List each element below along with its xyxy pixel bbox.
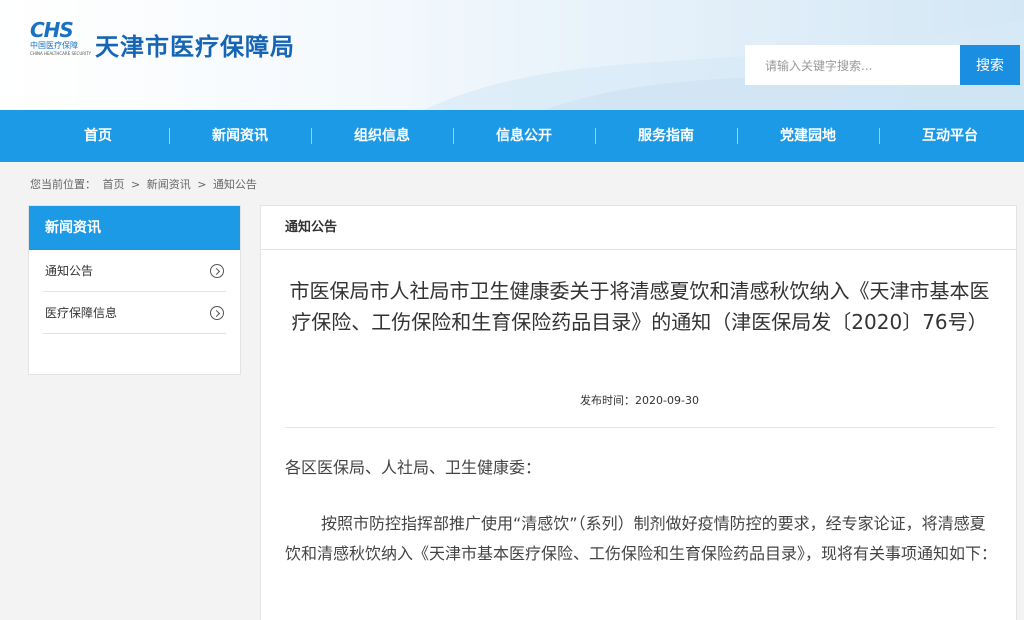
breadcrumb-separator: > xyxy=(131,178,141,191)
article-panel: 通知公告 市医保局市人社局市卫生健康委关于将清感夏饮和清感秋饮纳入《天津市基本医… xyxy=(260,205,1017,620)
nav-item-news[interactable]: 新闻资讯 xyxy=(170,110,310,162)
site-logo[interactable]: CHS 中国医疗保障 CHINA HEALTHCARE SECURITY xyxy=(30,18,92,62)
nav-item-disclosure[interactable]: 信息公开 xyxy=(454,110,594,162)
publish-time: 发布时间：2020-09-30 xyxy=(580,394,699,407)
article-section-title: 通知公告 xyxy=(261,206,1016,250)
logo-cn-text: 中国医疗保障 xyxy=(30,41,78,50)
sidebar-item-notices[interactable]: 通知公告 xyxy=(43,250,226,292)
article-title: 市医保局市人社局市卫生健康委关于将清感夏饮和清感秋饮纳入《天津市基本医疗保险、工… xyxy=(289,279,990,334)
nav-item-party-building[interactable]: 党建园地 xyxy=(738,110,878,162)
breadcrumb-prefix: 您当前位置： xyxy=(30,178,96,191)
chevron-right-circle-icon xyxy=(210,264,224,278)
chevron-right-circle-icon xyxy=(210,306,224,320)
nav-item-service-guide[interactable]: 服务指南 xyxy=(596,110,736,162)
main-nav: 首页 新闻资讯 组织信息 信息公开 服务指南 党建园地 互动平台 xyxy=(0,110,1024,162)
site-title[interactable]: 天津市医疗保障局 xyxy=(95,27,295,62)
breadcrumb: 您当前位置： 首页 > 新闻资讯 > 通知公告 xyxy=(30,176,260,192)
logo-mark: CHS xyxy=(30,18,74,42)
article-paragraph: 按照市防控指挥部推广使用“清感饮”（系列）制剂做好疫情防控的要求，经专家论证，将… xyxy=(285,514,998,563)
breadcrumb-news[interactable]: 新闻资讯 xyxy=(147,178,191,191)
sidebar-item-medical-security-info[interactable]: 医疗保障信息 xyxy=(43,292,226,334)
nav-item-home[interactable]: 首页 xyxy=(28,110,168,162)
nav-item-interaction[interactable]: 互动平台 xyxy=(880,110,1020,162)
site-header: CHS 中国医疗保障 CHINA HEALTHCARE SECURITY 天津市… xyxy=(0,0,1024,110)
search-button[interactable]: 搜索 xyxy=(960,45,1020,85)
logo-en-text: CHINA HEALTHCARE SECURITY xyxy=(30,51,92,56)
breadcrumb-separator: > xyxy=(197,178,207,191)
sidebar-item-label: 通知公告 xyxy=(45,264,94,278)
sidebar: 新闻资讯 通知公告 医疗保障信息 xyxy=(28,205,241,375)
article-paragraph: 各区医保局、人社局、卫生健康委： xyxy=(285,458,542,477)
search-input[interactable]: 请输入关键字搜索... xyxy=(745,45,960,85)
breadcrumb-notices[interactable]: 通知公告 xyxy=(213,178,257,191)
divider xyxy=(285,427,995,428)
breadcrumb-home[interactable]: 首页 xyxy=(103,178,125,191)
sidebar-title: 新闻资讯 xyxy=(29,206,240,250)
nav-item-organization[interactable]: 组织信息 xyxy=(312,110,452,162)
sidebar-item-label: 医疗保障信息 xyxy=(45,306,118,320)
